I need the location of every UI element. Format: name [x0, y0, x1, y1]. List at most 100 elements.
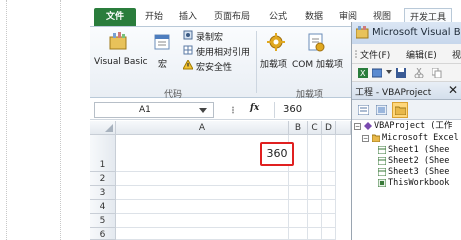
column-header-c[interactable]: C	[308, 121, 322, 135]
tree-item-sheet1[interactable]: Sheet1 (Shee	[388, 145, 449, 156]
cell[interactable]	[289, 200, 308, 214]
macro-security-button[interactable]: 宏安全性	[196, 60, 232, 73]
collapse-toggle[interactable]: −	[362, 135, 369, 142]
collapse-toggle[interactable]: −	[354, 123, 361, 130]
worksheet-icon	[378, 168, 386, 176]
cell-a1-value-highlight[interactable]: 360	[260, 142, 294, 166]
visual-basic-button[interactable]: Visual Basic	[94, 57, 148, 67]
project-explorer-toolbar	[352, 100, 461, 120]
relative-references-icon	[183, 45, 193, 55]
cell[interactable]	[116, 186, 289, 200]
cell[interactable]	[322, 228, 336, 240]
cut-icon[interactable]	[414, 68, 424, 78]
group-separator	[256, 31, 257, 93]
screenshot-root: 文件 开始 插入 页面布局 公式 数据 审阅 视图 开发工具 Visual Ba…	[0, 0, 461, 240]
addins-button[interactable]: 加载项	[260, 57, 287, 70]
row-header-1[interactable]: 1	[90, 135, 116, 172]
view-object-icon[interactable]	[376, 105, 387, 115]
vba-editor-window: Microsoft Visual Basic 文件(F) 编辑(E) 视 X	[351, 22, 461, 240]
menu-file[interactable]: 文件(F)	[360, 48, 390, 61]
cell[interactable]	[116, 172, 289, 186]
toggle-folders-button[interactable]	[392, 102, 408, 118]
cell[interactable]	[308, 172, 322, 186]
insert-module-icon[interactable]	[372, 68, 382, 78]
cell[interactable]	[289, 172, 308, 186]
formula-input[interactable]: 360	[274, 102, 354, 118]
margin-guide-right	[60, 0, 61, 240]
vba-title-bar[interactable]: Microsoft Visual Basic	[352, 22, 461, 44]
select-all-corner[interactable]	[90, 121, 116, 135]
excel-view-icon[interactable]: X	[358, 68, 368, 78]
cell[interactable]	[289, 186, 308, 200]
tree-item-thisworkbook[interactable]: ThisWorkbook	[388, 178, 449, 189]
vba-toolbar: X	[352, 64, 461, 82]
tree-item-sheet3[interactable]: Sheet3 (Shee	[388, 167, 449, 178]
code-group-label: 代码	[164, 90, 183, 100]
workbook-icon	[378, 179, 386, 187]
row-header-3[interactable]: 3	[90, 186, 116, 200]
tree-item-sheet2[interactable]: Sheet2 (Shee	[388, 156, 449, 167]
menu-grip-icon	[355, 50, 357, 58]
tab-insert[interactable]: 插入	[176, 8, 200, 26]
tree-item-vbaproject[interactable]: VBAProject (工作	[374, 121, 452, 132]
vba-window-title: Microsoft Visual Basic	[372, 27, 461, 38]
tab-home[interactable]: 开始	[142, 8, 166, 26]
macros-icon	[154, 34, 170, 50]
record-macro-button[interactable]: 录制宏	[196, 30, 223, 43]
record-macro-icon	[183, 30, 193, 40]
cell[interactable]	[308, 135, 322, 172]
column-header-a[interactable]: A	[116, 121, 289, 135]
cell[interactable]	[289, 228, 308, 240]
margin-guide-left	[6, 0, 7, 240]
view-code-icon[interactable]	[358, 105, 369, 115]
vba-project-icon	[364, 122, 372, 130]
cell[interactable]	[308, 228, 322, 240]
visual-basic-icon	[109, 32, 127, 50]
project-explorer-title: 工程 - VBAProject	[355, 88, 432, 98]
project-explorer-title-bar: 工程 - VBAProject ✕	[352, 82, 461, 100]
formula-bar-grip-icon	[232, 106, 234, 114]
menu-edit[interactable]: 编辑(E)	[406, 48, 437, 61]
tree-item-excel-objects[interactable]: Microsoft Excel	[382, 133, 459, 144]
worksheet-icon	[378, 157, 386, 165]
cell[interactable]	[322, 186, 336, 200]
cell[interactable]	[116, 214, 289, 228]
tab-data[interactable]: 数据	[302, 8, 326, 26]
chevron-down-icon[interactable]	[386, 70, 392, 74]
macros-button[interactable]: 宏	[158, 57, 167, 70]
row-header-6[interactable]: 6	[90, 228, 116, 240]
cell[interactable]	[308, 186, 322, 200]
tab-file[interactable]: 文件	[94, 8, 136, 26]
cell[interactable]	[116, 200, 289, 214]
cell[interactable]	[308, 214, 322, 228]
com-addins-button[interactable]: COM 加载项	[292, 57, 343, 70]
tab-page-layout[interactable]: 页面布局	[210, 8, 254, 26]
column-header-b[interactable]: B	[289, 121, 308, 135]
addins-group-label: 加载项	[296, 90, 324, 100]
name-box[interactable]: A1	[94, 102, 214, 118]
column-header-e[interactable]	[336, 121, 351, 135]
column-header-d[interactable]: D	[322, 121, 336, 135]
insert-function-button[interactable]: fx	[250, 103, 259, 113]
cell[interactable]	[308, 200, 322, 214]
relative-references-button[interactable]: 使用相对引用	[196, 45, 250, 58]
row-header-2[interactable]: 2	[90, 172, 116, 186]
copy-icon[interactable]	[432, 68, 442, 78]
row-header-5[interactable]: 5	[90, 214, 116, 228]
cell[interactable]	[322, 214, 336, 228]
cell[interactable]	[322, 200, 336, 214]
cell[interactable]	[116, 228, 289, 240]
formula-bar: A1 fx 360	[90, 100, 354, 120]
vba-menu-bar: 文件(F) 编辑(E) 视	[352, 44, 461, 64]
row-header-4[interactable]: 4	[90, 200, 116, 214]
cell[interactable]	[322, 172, 336, 186]
svg-text:X: X	[360, 69, 366, 78]
save-icon[interactable]	[396, 68, 406, 78]
name-box-value: A1	[139, 105, 151, 115]
tab-formulas[interactable]: 公式	[266, 8, 290, 26]
vba-app-icon	[356, 26, 369, 39]
cell[interactable]	[289, 214, 308, 228]
close-icon[interactable]: ✕	[446, 83, 460, 98]
menu-view[interactable]: 视	[452, 48, 461, 61]
cell[interactable]	[322, 135, 336, 172]
